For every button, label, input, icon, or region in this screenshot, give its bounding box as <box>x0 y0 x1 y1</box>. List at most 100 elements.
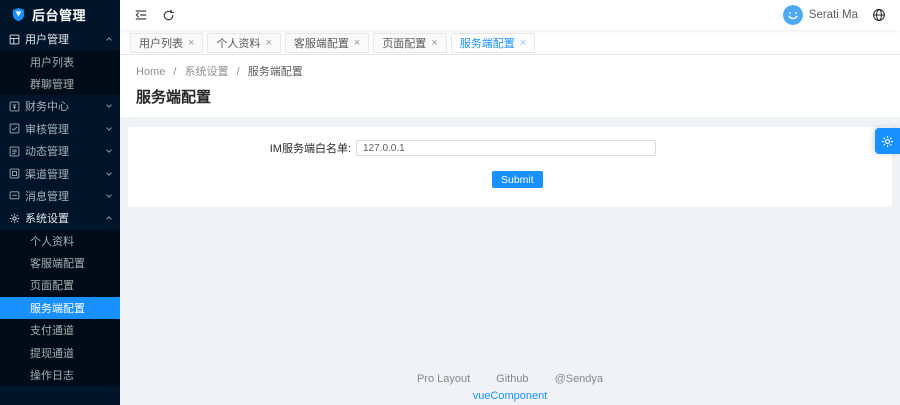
sidebar-item-group-chat[interactable]: 群聊管理 <box>0 73 120 95</box>
sidebar-item-withdrawal-channel[interactable]: 提现通道 <box>0 341 120 363</box>
tab-label: 页面配置 <box>382 35 426 51</box>
breadcrumb-current: 服务端配置 <box>248 66 303 78</box>
menu-fold-button[interactable] <box>134 8 148 22</box>
sidebar-item-message-management[interactable]: 消息管理 <box>0 185 120 207</box>
sidebar-item-page-config[interactable]: 页面配置 <box>0 274 120 296</box>
avatar <box>783 5 803 25</box>
sidebar-item-label: 用户列表 <box>30 54 111 70</box>
sidebar-item-user-management[interactable]: 用户管理 <box>0 28 120 50</box>
breadcrumb-system-settings[interactable]: 系统设置 <box>185 66 229 78</box>
sidebar-item-customer-service-config[interactable]: 客服端配置 <box>0 252 120 274</box>
breadcrumb-home[interactable]: Home <box>136 66 165 78</box>
content-area: IM服务端白名单: Submit Pro Layout Github @Send… <box>120 117 900 405</box>
chevron-down-icon <box>106 170 112 176</box>
sidebar-item-label: 个人资料 <box>30 233 111 249</box>
sidebar: 后台管理 用户管理 用户列表 群聊管理 财务中心 <box>0 0 120 405</box>
channel-icon <box>9 168 20 179</box>
footer: Pro Layout Github @Sendya vueComponent <box>120 373 900 402</box>
menu-fold-icon <box>134 8 148 22</box>
sidebar-item-channel-management[interactable]: 渠道管理 <box>0 162 120 184</box>
reload-button[interactable] <box>162 9 175 22</box>
close-icon[interactable]: × <box>265 38 271 49</box>
chevron-down-icon <box>106 125 112 131</box>
sidebar-item-label: 系统设置 <box>25 210 107 226</box>
tab-label: 用户列表 <box>139 35 183 51</box>
tab-user-list[interactable]: 用户列表 × <box>130 33 203 53</box>
chevron-down-icon <box>106 103 112 109</box>
top-bar: Serati Ma <box>120 0 900 30</box>
sidebar-item-payment-channel[interactable]: 支付通道 <box>0 319 120 341</box>
globe-icon <box>872 8 886 22</box>
tab-server-config[interactable]: 服务端配置 × <box>451 33 535 53</box>
sidebar-item-label: 审核管理 <box>25 121 107 137</box>
close-icon[interactable]: × <box>431 38 437 49</box>
footer-link-sendya[interactable]: @Sendya <box>555 373 603 385</box>
sidebar-item-user-list[interactable]: 用户列表 <box>0 50 120 72</box>
server-config-card: IM服务端白名单: Submit <box>128 127 892 207</box>
sidebar-item-label: 用户管理 <box>25 31 107 47</box>
sidebar-item-label: 服务端配置 <box>30 300 111 316</box>
breadcrumb: Home / 系统设置 / 服务端配置 <box>136 63 884 79</box>
form-row: IM服务端白名单: <box>128 140 892 156</box>
tab-personal-profile[interactable]: 个人资料 × <box>207 33 280 53</box>
submit-row: Submit <box>128 171 892 188</box>
breadcrumb-separator: / <box>237 66 240 78</box>
message-icon <box>9 190 20 201</box>
im-whitelist-label: IM服务端白名单: <box>128 140 356 156</box>
theme-settings-button[interactable] <box>875 128 900 154</box>
sidebar-item-label: 提现通道 <box>30 345 111 361</box>
tab-customer-service-config[interactable]: 客服端配置 × <box>285 33 369 53</box>
tab-label: 个人资料 <box>216 35 260 51</box>
sidebar-item-label: 客服端配置 <box>30 255 111 271</box>
page-title: 服务端配置 <box>136 86 884 107</box>
submenu-system-settings: 个人资料 客服端配置 页面配置 服务端配置 支付通道 提现通道 操作日志 <box>0 230 120 387</box>
app-title: 后台管理 <box>32 5 86 24</box>
sidebar-item-label: 页面配置 <box>30 277 111 293</box>
sidebar-item-label: 操作日志 <box>30 367 111 383</box>
breadcrumb-separator: / <box>173 66 176 78</box>
chevron-up-icon <box>106 37 112 43</box>
language-button[interactable] <box>872 8 886 22</box>
sidebar-item-label: 群聊管理 <box>30 76 111 92</box>
tab-label: 服务端配置 <box>460 35 515 51</box>
app-logo[interactable]: 后台管理 <box>0 0 120 28</box>
tab-bar: 用户列表 × 个人资料 × 客服端配置 × 页面配置 × 服务端配置 × <box>120 30 900 55</box>
sidebar-item-label: 渠道管理 <box>25 166 107 182</box>
sidebar-item-label: 动态管理 <box>25 143 107 159</box>
footer-link-github[interactable]: Github <box>496 373 528 385</box>
footer-link-pro-layout[interactable]: Pro Layout <box>417 373 470 385</box>
gear-icon <box>881 135 894 148</box>
sidebar-item-personal-profile[interactable]: 个人资料 <box>0 230 120 252</box>
submenu-user-management: 用户列表 群聊管理 <box>0 50 120 95</box>
im-whitelist-input[interactable] <box>356 140 656 156</box>
footer-copyright-link[interactable]: vueComponent <box>120 390 900 402</box>
sidebar-item-audit-management[interactable]: 审核管理 <box>0 118 120 140</box>
sidebar-item-operation-log[interactable]: 操作日志 <box>0 364 120 386</box>
sidebar-item-server-config[interactable]: 服务端配置 <box>0 297 120 319</box>
shield-logo-icon <box>11 7 26 22</box>
user-name: Serati Ma <box>809 9 858 21</box>
chevron-down-icon <box>106 192 112 198</box>
audit-icon <box>9 123 20 134</box>
close-icon[interactable]: × <box>188 38 194 49</box>
sidebar-item-system-settings[interactable]: 系统设置 <box>0 207 120 229</box>
dynamic-icon <box>9 146 20 157</box>
main-area: Serati Ma 用户列表 × 个人资料 × 客服端配置 × 页面配置 × 服… <box>120 0 900 405</box>
submit-button[interactable]: Submit <box>492 171 543 188</box>
sidebar-item-label: 财务中心 <box>25 98 107 114</box>
table-icon <box>9 34 20 45</box>
sidebar-menu: 用户管理 用户列表 群聊管理 财务中心 审核管理 <box>0 28 120 386</box>
close-icon[interactable]: × <box>354 38 360 49</box>
sidebar-item-finance-center[interactable]: 财务中心 <box>0 95 120 117</box>
reload-icon <box>162 9 175 22</box>
sidebar-item-dynamic-management[interactable]: 动态管理 <box>0 140 120 162</box>
user-menu[interactable]: Serati Ma <box>783 5 858 25</box>
tab-label: 客服端配置 <box>294 35 349 51</box>
gear-icon <box>9 213 20 224</box>
footer-links: Pro Layout Github @Sendya <box>120 373 900 385</box>
chevron-down-icon <box>106 147 112 153</box>
tab-page-config[interactable]: 页面配置 × <box>373 33 446 53</box>
finance-icon <box>9 101 20 112</box>
sidebar-item-label: 支付通道 <box>30 322 111 338</box>
close-icon[interactable]: × <box>520 38 526 49</box>
